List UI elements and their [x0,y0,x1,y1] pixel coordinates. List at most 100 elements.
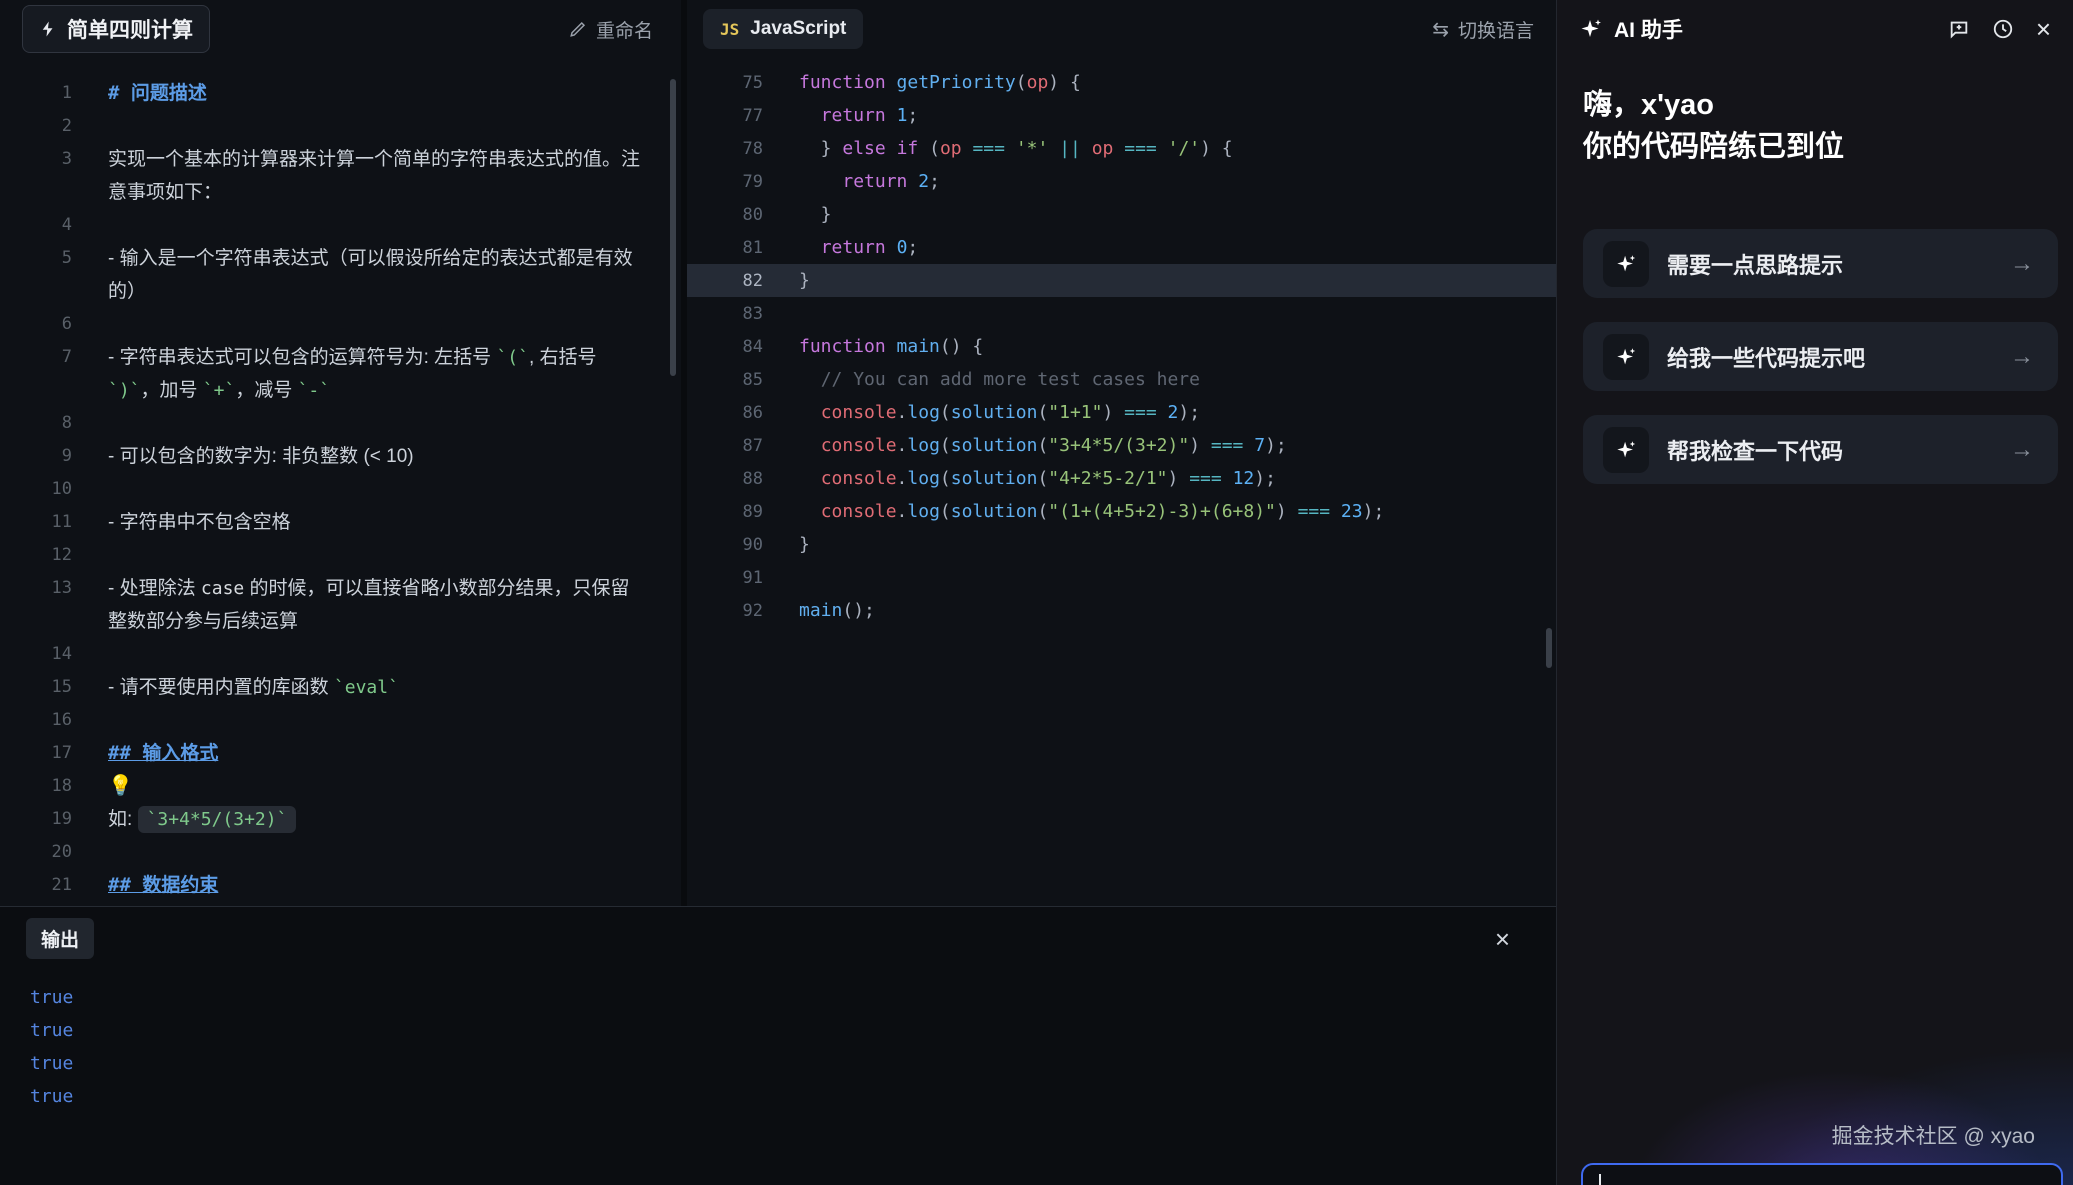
code-token: ; [907,237,918,258]
code-line[interactable]: 83 [687,297,1556,330]
markdown-line: 7- 字符串表达式可以包含的运算符号为: 左括号 `(`, 右括号 `)`，加号… [0,341,681,407]
code-token: } [799,204,832,225]
code-line[interactable]: 84function main() { [687,330,1556,363]
code-token: else [842,138,885,159]
ai-suggestion-card[interactable]: 帮我检查一下代码→ [1583,415,2058,484]
code-token: solution [951,402,1038,423]
code-line[interactable]: 78 } else if (op === '*' || op === '/') … [687,132,1556,165]
code-line[interactable]: 88 console.log(solution("4+2*5-2/1") ===… [687,462,1556,495]
rename-button[interactable]: 重命名 [563,15,659,44]
text-caret [1599,1174,1601,1185]
code-token: log [907,468,940,489]
editor-panel: JS JavaScript ⇆ 切换语言 75function getPrior… [687,0,1556,906]
code-line-text: console.log(solution("4+2*5-2/1") === 12… [799,468,1276,489]
line-number: 18 [0,770,72,803]
code-token: } [799,270,810,291]
line-number: 1 [0,77,72,110]
editor-scrollbar[interactable] [1546,628,1552,668]
line-number: 90 [687,535,763,555]
code-token [907,171,918,192]
line-number: 87 [687,436,763,456]
code-token: if [897,138,919,159]
line-number: 81 [687,238,763,258]
language-tab[interactable]: JS JavaScript [703,9,863,49]
problem-scrollbar[interactable] [670,79,676,376]
code-line[interactable]: 91 [687,561,1556,594]
code-token: ); [1254,468,1276,489]
markdown-segment: 💡 [108,775,133,797]
code-line[interactable]: 90} [687,528,1556,561]
code-token [1222,468,1233,489]
code-line[interactable]: 87 console.log(solution("3+4*5/(3+2)") =… [687,429,1556,462]
code-line-text: console.log(solution("1+1") === 2); [799,402,1200,423]
ai-suggestion-card[interactable]: 给我一些代码提示吧→ [1583,322,2058,391]
code-token: ( [1037,468,1048,489]
code-line[interactable]: 89 console.log(solution("(1+(4+5+2)-3)+(… [687,495,1556,528]
line-number: 19 [0,803,72,836]
history-icon[interactable] [1992,18,2014,40]
line-number: 15 [0,671,72,704]
markdown-segment: ，加号 [141,380,203,401]
ai-assistant-panel: AI 助手 × 嗨，x'yao 你的代码陪练已到位 [1556,0,2073,1185]
code-line-text: return 1; [799,105,918,126]
sparkle-icon [1603,241,1649,287]
code-line[interactable]: 86 console.log(solution("1+1") === 2); [687,396,1556,429]
code-token [886,105,897,126]
code-line[interactable]: 81 return 0; [687,231,1556,264]
code-token: "1+1" [1048,402,1102,423]
markdown-line: 4 [0,209,681,242]
markdown-segment: `3+4*5/(3+2)` [138,806,297,833]
markdown-line-content: - 输入是一个字符串表达式（可以假设所给定的表达式都是有效的） [108,242,647,308]
code-token: "3+4*5/(3+2)" [1048,435,1189,456]
ai-greeting-line2: 你的代码陪练已到位 [1583,126,2047,168]
code-token: } [799,138,842,159]
problem-title-box[interactable]: 简单四则计算 [22,5,210,53]
line-number: 16 [0,704,72,737]
code-line-text: return 2; [799,171,940,192]
ai-cards: 需要一点思路提示→ 给我一些代码提示吧→ 帮我检查一下代码→ [1583,229,2058,484]
output-tab[interactable]: 输出 [26,918,94,959]
code-lines[interactable]: 75function getPriority(op) {77 return 1;… [687,58,1556,627]
close-icon[interactable]: × [2036,16,2051,42]
code-token [886,72,897,93]
code-line[interactable]: 85 // You can add more test cases here [687,363,1556,396]
markdown-segment: `eval` [334,677,399,698]
line-number: 11 [0,506,72,539]
code-token [886,237,897,258]
code-line[interactable]: 79 return 2; [687,165,1556,198]
code-line[interactable]: 92main(); [687,594,1556,627]
code-token: || [1059,138,1081,159]
markdown-line: 5- 输入是一个字符串表达式（可以假设所给定的表达式都是有效的） [0,242,681,308]
rename-label: 重命名 [596,16,653,43]
code-line-text: } [799,204,832,225]
code-line[interactable]: 82} [687,264,1556,297]
markdown-line: 12 [0,539,681,572]
code-token: === [1211,435,1244,456]
code-token [886,336,897,357]
pencil-icon [569,20,587,38]
line-number: 85 [687,370,763,390]
markdown-segment: - 字符串表达式可以包含的运算符号为: 左括号 [108,347,496,368]
ai-watermark: 掘金技术社区 @ xyao [1832,1120,2035,1150]
line-number: 14 [0,638,72,671]
markdown-segment: # 问题描述 [108,82,207,104]
language-tab-label: JavaScript [750,18,846,40]
markdown-line: 21## 数据约束 [0,869,681,902]
code-line[interactable]: 80 } [687,198,1556,231]
problem-lines: 1# 问题描述23实现一个基本的计算器来计算一个简单的字符串表达式的值。注意事项… [0,58,681,902]
line-number: 8 [0,407,72,440]
code-line-text: } else if (op === '*' || op === '/') { [799,138,1233,159]
switch-language-button[interactable]: ⇆ 切换语言 [1426,15,1540,44]
ai-suggestion-card[interactable]: 需要一点思路提示→ [1583,229,2058,298]
close-icon[interactable]: × [1489,925,1516,953]
ai-chat-input[interactable] [1581,1163,2063,1185]
line-number: 86 [687,403,763,423]
code-line[interactable]: 75function getPriority(op) { [687,66,1556,99]
code-token: '*' [1016,138,1049,159]
code-token: log [907,501,940,522]
new-chat-icon[interactable] [1948,18,1970,40]
code-token: 12 [1233,468,1255,489]
markdown-line-content: - 字符串中不包含空格 [108,506,291,539]
line-number: 4 [0,209,72,242]
code-line[interactable]: 77 return 1; [687,99,1556,132]
